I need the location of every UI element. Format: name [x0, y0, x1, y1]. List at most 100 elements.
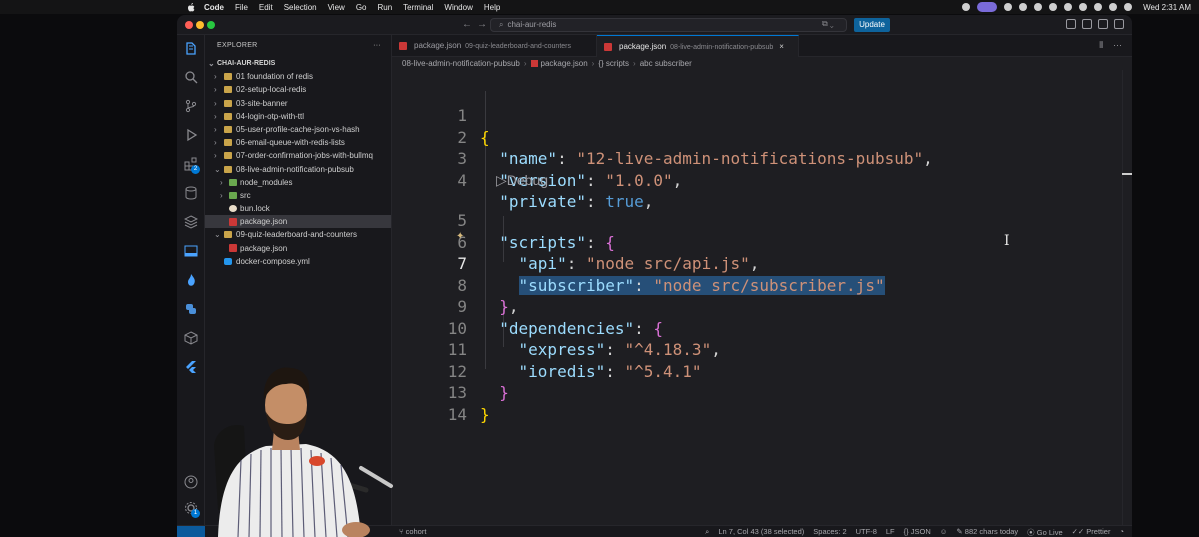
breadcrumb-folder[interactable]: 08-live-admin-notification-pubsub [402, 59, 520, 68]
copilot-icon[interactable]: ⧉ ⌄ [822, 19, 834, 29]
search-icon[interactable] [184, 70, 198, 84]
menu-app-name[interactable]: Code [204, 3, 224, 12]
folder-icon [224, 139, 232, 147]
folder-icon [224, 125, 232, 133]
tree-item-label: 07-order-confirmation-jobs-with-bullmq [236, 151, 373, 161]
menu-bar-status-area: Wed 2:31 AM [962, 0, 1191, 14]
more-actions-icon[interactable]: ··· [1113, 40, 1122, 51]
apple-logo-icon[interactable] [186, 2, 196, 12]
chevron-right-icon: › [214, 72, 217, 82]
tailwind-icon[interactable] [184, 273, 198, 287]
screen-recording-icon[interactable] [977, 2, 998, 12]
status-go-live[interactable]: ⦿ Go Live [1027, 527, 1062, 537]
tree-item-folder-open[interactable]: ⌄ 09-quiz-leaderboard-and-counters [205, 228, 391, 241]
editor-scrollbar[interactable] [1122, 70, 1132, 525]
status-branch-label: cohort [405, 527, 427, 536]
explorer-icon[interactable] [184, 42, 198, 56]
menu-help[interactable]: Help [484, 3, 500, 12]
tab-package-json-08[interactable]: package.json 08-live-admin-notification-p… [597, 35, 799, 57]
tree-item-folder[interactable]: › 01 foundation of redis [205, 70, 391, 83]
status-app-icon[interactable] [1064, 3, 1073, 11]
battery-icon[interactable] [1094, 3, 1103, 11]
maximize-window-button[interactable] [207, 21, 215, 29]
run-debug-icon[interactable] [184, 128, 198, 142]
status-indentation[interactable]: Spaces: 2 [813, 527, 846, 537]
back-arrow-icon[interactable]: ← [462, 19, 472, 30]
tree-item-folder[interactable]: › 05-user-profile-cache-json-vs-hash [205, 123, 391, 136]
python-icon[interactable] [184, 302, 198, 316]
toggle-primary-sidebar-icon[interactable] [1082, 19, 1092, 29]
menu-window[interactable]: Window [444, 3, 472, 12]
toggle-secondary-sidebar-icon[interactable] [1114, 19, 1124, 29]
menu-selection[interactable]: Selection [284, 3, 317, 12]
folder-icon [224, 112, 232, 120]
menu-run[interactable]: Run [377, 3, 392, 12]
menu-go[interactable]: Go [356, 3, 367, 12]
notifications-bell-icon[interactable]: ◔ [1119, 527, 1124, 537]
tree-item-folder[interactable]: › src [205, 189, 391, 202]
tree-item-folder[interactable]: › 02-setup-local-redis [205, 83, 391, 96]
bluetooth-icon[interactable] [1079, 3, 1088, 11]
chevron-down-icon: ⌄ [214, 164, 221, 174]
tree-item-label: package.json [240, 217, 288, 227]
status-eol[interactable]: LF [886, 527, 895, 537]
menu-edit[interactable]: Edit [259, 3, 273, 12]
code-token: "1.0.0" [605, 170, 673, 190]
tree-item-file[interactable]: docker-compose.yml [205, 255, 391, 268]
control-center-icon[interactable] [1124, 3, 1133, 11]
customize-layout-icon[interactable] [1066, 19, 1076, 29]
menu-file[interactable]: File [235, 3, 248, 12]
layers-icon[interactable] [183, 215, 199, 229]
code-editor[interactable]: 1 { 2 "name": "12-live-admin-notificatio… [392, 70, 1132, 525]
tab-package-json-09[interactable]: package.json 09-quiz-leaderboard-and-coun… [392, 35, 597, 57]
wifi-icon[interactable] [1109, 3, 1118, 11]
copilot-icon[interactable]: ☺ [940, 527, 948, 537]
status-app-icon[interactable] [1004, 3, 1013, 11]
tree-item-folder[interactable]: › 04-login-otp-with-ttl [205, 110, 391, 123]
more-actions-icon[interactable]: ··· [373, 35, 381, 57]
tree-item-file-selected[interactable]: package.json [205, 215, 391, 229]
menu-terminal[interactable]: Terminal [403, 3, 433, 12]
tree-item-label: src [240, 190, 251, 200]
breadcrumb-section[interactable]: {} scripts [598, 59, 629, 68]
tree-item-folder[interactable]: › 07-order-confirmation-jobs-with-bullmq [205, 149, 391, 162]
debug-codelens[interactable]: ▷Debug [496, 169, 548, 191]
minimize-window-button[interactable] [196, 21, 204, 29]
tree-item-folder-open[interactable]: ⌄ 08-live-admin-notification-pubsub [205, 163, 391, 176]
forward-arrow-icon[interactable]: → [477, 19, 487, 30]
folder-icon [224, 73, 232, 81]
tree-item-folder[interactable]: › node_modules [205, 176, 391, 189]
split-editor-icon[interactable]: ⫴ [1099, 40, 1103, 51]
close-window-button[interactable] [185, 21, 193, 29]
folder-icon [224, 99, 232, 107]
tree-item-folder[interactable]: › 06-email-queue-with-redis-lists [205, 136, 391, 149]
source-control-icon[interactable] [184, 99, 198, 113]
close-icon[interactable]: × [779, 42, 784, 51]
update-button[interactable]: Update [854, 18, 890, 32]
breadcrumb-symbol[interactable]: abc subscriber [640, 59, 692, 68]
status-chars-today[interactable]: ✎ 882 chars today [956, 527, 1018, 537]
tree-item-label: 04-login-otp-with-ttl [236, 111, 305, 121]
status-cursor-position[interactable]: Ln 7, Col 43 (38 selected) [718, 527, 804, 537]
database-icon[interactable] [184, 186, 198, 200]
tree-item-file[interactable]: package.json [205, 242, 391, 255]
containers-icon[interactable] [184, 331, 198, 345]
status-app-icon[interactable] [1034, 3, 1043, 11]
tree-item-file[interactable]: bun.lock [205, 202, 391, 215]
status-prettier[interactable]: ✓✓ Prettier [1072, 527, 1111, 537]
status-app-icon[interactable] [962, 3, 971, 11]
toggle-panel-icon[interactable] [1098, 19, 1108, 29]
menu-bar-clock[interactable]: Wed 2:31 AM [1143, 3, 1191, 12]
status-app-icon[interactable] [1019, 3, 1028, 11]
status-branch[interactable]: ⑂ cohort [399, 527, 426, 536]
remote-explorer-icon[interactable] [184, 244, 198, 258]
menu-view[interactable]: View [328, 3, 345, 12]
status-app-icon[interactable] [1049, 3, 1058, 11]
breadcrumb-file[interactable]: package.json [541, 59, 588, 68]
zoom-icon[interactable]: ⌕ [705, 527, 709, 537]
workspace-root[interactable]: ⌄ CHAI-AUR-REDIS [205, 57, 391, 70]
status-encoding[interactable]: UTF-8 [856, 527, 877, 537]
status-language[interactable]: {} JSON [904, 527, 931, 537]
command-center-search[interactable]: ⌕ chai-aur-redis [490, 18, 847, 32]
tree-item-folder[interactable]: › 03-site-banner [205, 97, 391, 110]
